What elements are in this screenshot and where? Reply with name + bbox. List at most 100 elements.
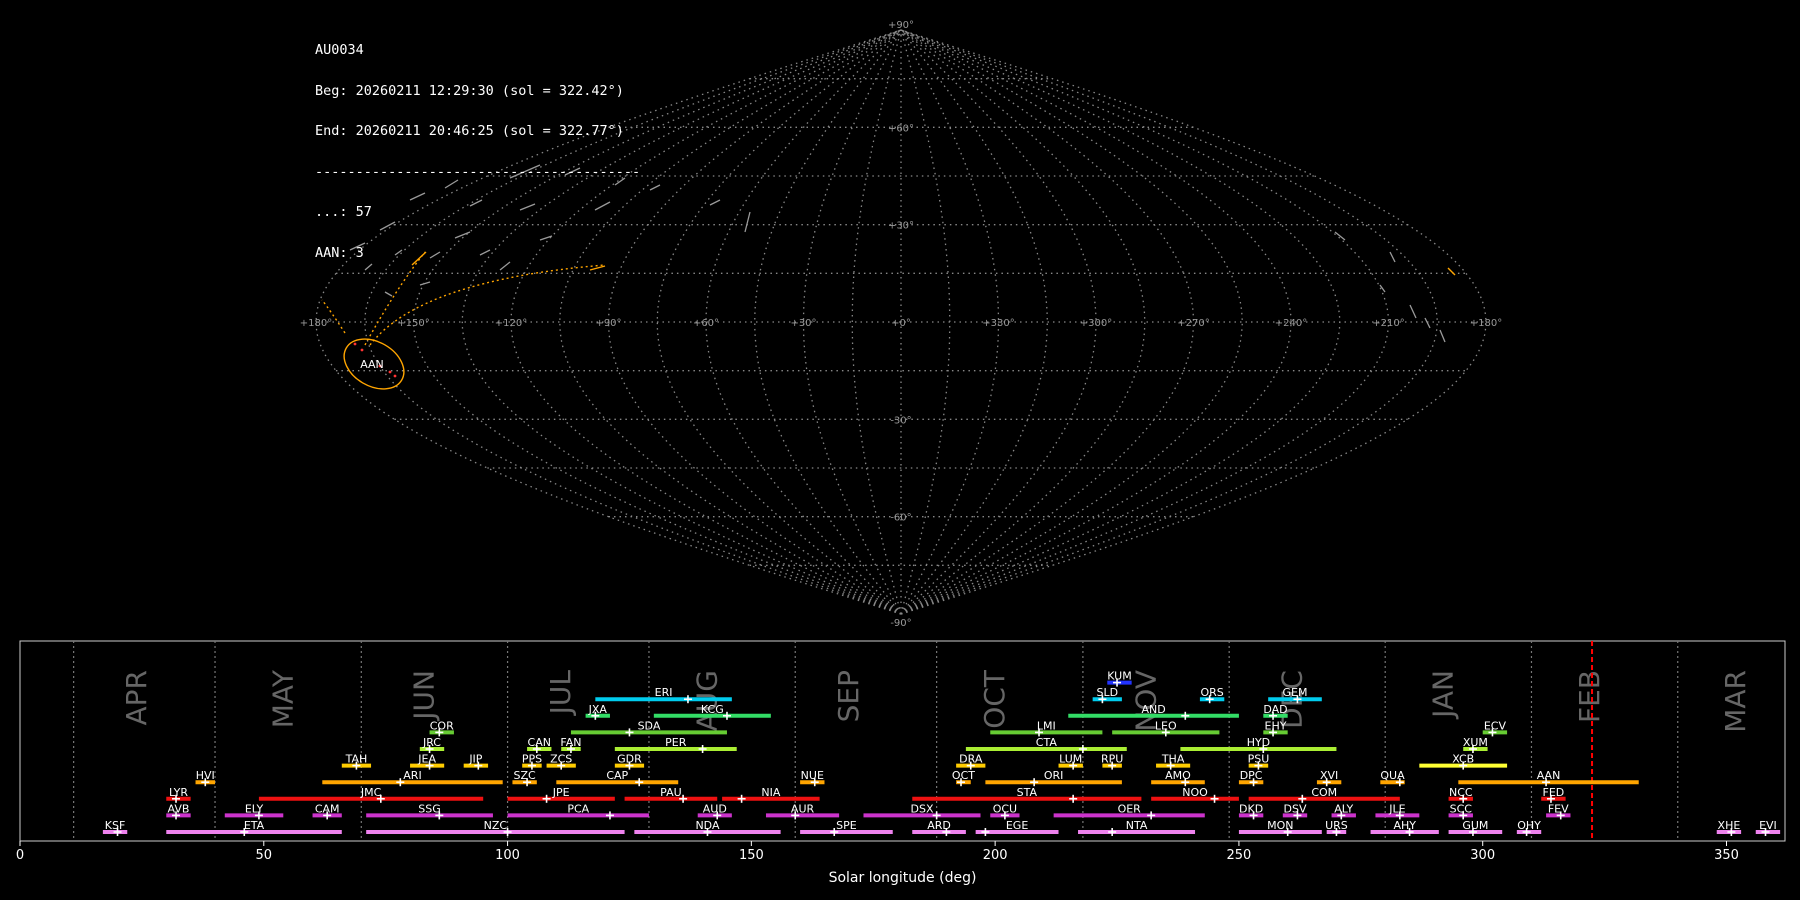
shower-xum: XUM [1463, 736, 1488, 753]
shower-can: CAN [527, 736, 552, 753]
shower-label: HYD [1247, 736, 1270, 749]
shower-label: NDA [695, 819, 720, 832]
radiant-point [353, 342, 357, 346]
shower-xhe: XHE [1716, 819, 1742, 836]
shower-ncc: NCC [1448, 786, 1473, 803]
shower-label: DSX [911, 802, 934, 815]
shower-ocu: OCU [990, 802, 1020, 820]
shower-label: HVI [196, 769, 215, 782]
shower-label: COM [1311, 786, 1337, 799]
longitude-label: +30° [790, 318, 816, 329]
shower-label: PAU [660, 786, 682, 799]
month-label: OCT [978, 669, 1011, 729]
meteor-trail [649, 184, 661, 191]
shower-label: EHY [1265, 719, 1287, 732]
shower-label: JIP [468, 753, 482, 766]
month-label: JUN [408, 670, 441, 722]
shower-label: DPC [1240, 769, 1263, 782]
observation-info: AU0034 Beg: 20260211 12:29:30 (sol = 322… [315, 17, 640, 274]
sky-map: +180° +150° +120° +90° +60° +30° +0° +330° +300°… [300, 20, 1502, 629]
shower-label: JXA [588, 703, 608, 716]
longitude-label: +120° [495, 318, 527, 329]
shower-pps: PPS [522, 753, 542, 770]
meridian-line [802, 29, 902, 615]
shower-dra: DRA [956, 753, 986, 770]
x-tick-label: 100 [495, 848, 520, 863]
meteor-trail [1424, 317, 1431, 329]
shower-label: SPE [836, 819, 857, 832]
shower-ecv: ECV [1482, 719, 1508, 737]
shower-label: MON [1267, 819, 1293, 832]
meteor-count: ...: 57 [315, 204, 372, 220]
month-label: SEP [832, 670, 865, 722]
shower-label: LUM [1059, 753, 1082, 766]
x-axis-label: Solar longitude (deg) [829, 870, 977, 886]
shower-avb: AVB [166, 802, 191, 820]
shower-label: ORS [1200, 686, 1223, 699]
shower-label: JPE [552, 786, 570, 799]
x-axis: 0 50 100 150 200 250 300 350 [16, 841, 1739, 863]
shower-label: COR [430, 719, 454, 732]
begin-time: Beg: 20260211 12:29:30 (sol = 322.42°) [315, 82, 624, 99]
shower-label: ORI [1044, 769, 1064, 782]
longitude-label: +300° [1080, 318, 1112, 329]
shower-label: ZCS [550, 753, 572, 766]
shower-cam: CAM [312, 802, 342, 820]
meteor-trail [1409, 304, 1417, 319]
shower-rpu: RPU [1101, 753, 1123, 770]
shower-label: XVI [1320, 769, 1338, 782]
shower-label: AUD [703, 802, 727, 815]
shower-cor: COR [429, 719, 454, 737]
month-label: JUL [544, 670, 577, 717]
shower-psu: PSU [1248, 753, 1269, 770]
shower-sld: SLD [1092, 686, 1122, 704]
shower-label: AMO [1165, 769, 1191, 782]
shower-label: CAN [528, 736, 551, 749]
latitude-label: -90° [890, 618, 911, 629]
month-label: FEB [1573, 670, 1606, 723]
shower-label: AVB [168, 802, 190, 815]
shower-label: GUM [1462, 819, 1488, 832]
shower-label: GDR [617, 753, 642, 766]
meteor-trail [419, 281, 431, 286]
shower-label: ALY [1334, 802, 1353, 815]
longitude-label: +270° [1177, 318, 1209, 329]
shower-aud: AUD [697, 802, 732, 820]
shower-lum: LUM [1058, 753, 1083, 770]
longitude-label: +180° [1470, 318, 1502, 329]
shower-label: JEA [417, 753, 436, 766]
radiant-point [388, 370, 392, 374]
shower-lyr: LYR [166, 786, 191, 803]
shower-label: FED [1543, 786, 1565, 799]
shower-label: ARD [927, 819, 951, 832]
shower-label: AHY [1393, 819, 1416, 832]
longitude-label: +330° [982, 318, 1014, 329]
x-tick-label: 250 [1227, 848, 1252, 863]
latitude-label: +90° [888, 20, 914, 31]
shower-label: LEO [1155, 719, 1177, 732]
shower-label: NZC [484, 819, 508, 832]
shower-label: FEV [1548, 802, 1569, 815]
shower-label: DRA [959, 753, 983, 766]
shower-label: ELY [245, 802, 264, 815]
shower-label: ETA [244, 819, 265, 832]
shower-label: KUM [1107, 670, 1131, 683]
meteor-trail [1439, 329, 1446, 343]
station-id: AU0034 [315, 42, 364, 58]
end-time: End: 20260211 20:46:25 (sol = 322.77°) [315, 123, 624, 139]
shower-label: DKD [1239, 802, 1263, 815]
shower-label: XUM [1463, 736, 1488, 749]
shower-label: SCC [1450, 802, 1473, 815]
shower-label: OHY [1517, 819, 1541, 832]
shower-jrc: JRC [419, 736, 445, 753]
shower-gdr: GDR [614, 753, 645, 770]
shower-evi: EVI [1755, 819, 1781, 836]
shower-label: EVI [1759, 819, 1777, 832]
shower-ehy: EHY [1263, 719, 1288, 737]
shower-label: OCT [952, 769, 975, 782]
shower-label: NUE [801, 769, 824, 782]
shower-label: SZC [514, 769, 537, 782]
x-tick-label: 300 [1470, 848, 1495, 863]
shower-label: OER [1118, 802, 1142, 815]
shower-label: RPU [1101, 753, 1123, 766]
